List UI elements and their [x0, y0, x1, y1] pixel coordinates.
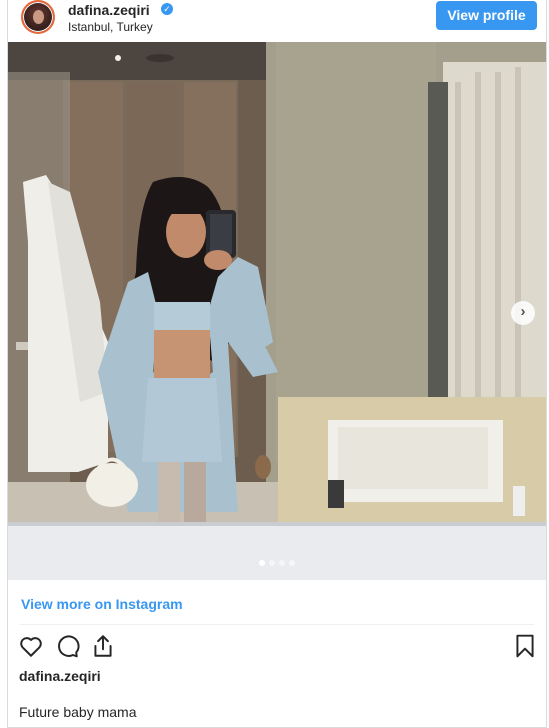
post-photo[interactable]: › — [8, 42, 546, 580]
post-author[interactable]: dafina.zeqiri — [19, 668, 101, 684]
username[interactable]: dafina.zeqiri — [68, 2, 150, 18]
verified-badge-icon: ✓ — [161, 3, 173, 15]
bookmark-icon[interactable] — [512, 633, 538, 659]
view-profile-button[interactable]: View profile — [436, 1, 537, 30]
comment-icon[interactable] — [54, 633, 80, 659]
post-header: dafina.zeqiri ✓ Istanbul, Turkey View pr… — [8, 0, 546, 42]
carousel-dot-active — [259, 560, 265, 566]
divider — [20, 624, 534, 625]
post-caption: Future baby mama — [19, 704, 137, 720]
instagram-embed-card: dafina.zeqiri ✓ Istanbul, Turkey View pr… — [7, 0, 547, 728]
avatar[interactable] — [21, 0, 55, 34]
photo-illustration — [8, 42, 546, 580]
view-more-link[interactable]: View more on Instagram — [21, 596, 183, 612]
next-slide-button[interactable]: › — [511, 301, 535, 325]
share-icon[interactable] — [90, 633, 116, 659]
location[interactable]: Istanbul, Turkey — [68, 20, 153, 34]
carousel-dot — [289, 560, 295, 566]
carousel-dot — [269, 560, 275, 566]
carousel-dot — [279, 560, 285, 566]
carousel-indicator — [259, 560, 299, 566]
heart-icon[interactable] — [18, 633, 44, 659]
